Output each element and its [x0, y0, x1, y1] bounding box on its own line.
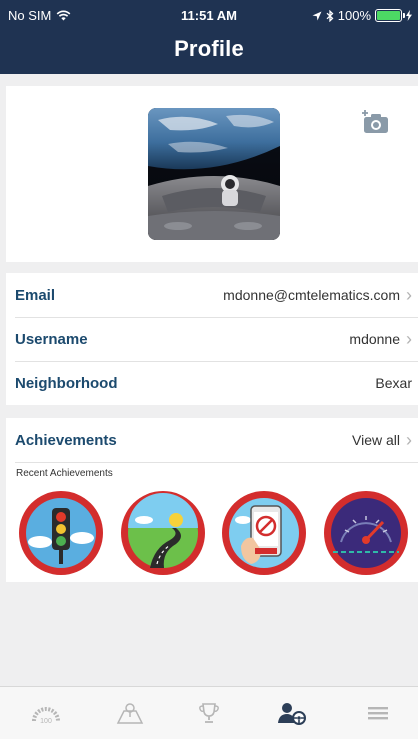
- battery-percent: 100%: [337, 8, 371, 23]
- score-value: 100: [40, 718, 52, 725]
- speedometer-badge-icon[interactable]: [323, 490, 409, 576]
- status-bar: No SIM 11:51 AM 100%: [0, 0, 418, 30]
- username-value: mdonne: [349, 331, 400, 347]
- chevron-right-icon: ›: [406, 430, 412, 450]
- view-all-link[interactable]: View all ›: [352, 431, 412, 449]
- header: No SIM 11:51 AM 100% Profile: [0, 0, 418, 74]
- map-icon: [116, 703, 144, 724]
- neighborhood-value-wrap: Bexar: [375, 375, 412, 391]
- neighborhood-row: Neighborhood Bexar: [15, 361, 412, 405]
- username-row[interactable]: Username mdonne ›: [15, 317, 412, 361]
- achievements-header[interactable]: Achievements View all ›: [15, 418, 412, 462]
- achievements-card: Achievements View all › Recent Achieveme…: [6, 418, 418, 582]
- charging-icon: [406, 10, 412, 21]
- email-value-wrap: mdonne@cmtelematics.com ›: [223, 286, 412, 304]
- traffic-light-badge-icon[interactable]: [18, 490, 104, 576]
- username-value-wrap: mdonne ›: [349, 330, 412, 348]
- menu-icon: [368, 707, 388, 720]
- email-value: mdonne@cmtelematics.com: [223, 287, 400, 303]
- email-row[interactable]: Email mdonne@cmtelematics.com ›: [15, 273, 412, 317]
- trophy-icon: [199, 703, 219, 723]
- road-badge-icon[interactable]: [120, 490, 206, 576]
- view-all-label: View all: [352, 432, 400, 448]
- neighborhood-label: Neighborhood: [15, 374, 118, 392]
- tab-bar: 100: [0, 686, 418, 739]
- achievements-title: Achievements: [15, 431, 117, 449]
- score-icon: 100: [32, 707, 60, 725]
- tab-profile[interactable]: [276, 699, 308, 727]
- status-right: 100%: [312, 8, 412, 23]
- profile-icon: [278, 703, 306, 725]
- avatar[interactable]: [148, 108, 280, 240]
- username-label: Username: [15, 330, 88, 348]
- page-title: Profile: [174, 36, 244, 61]
- neighborhood-value: Bexar: [375, 375, 412, 391]
- email-label: Email: [15, 286, 56, 304]
- location-arrow-icon: [312, 11, 322, 20]
- phone-badge-icon[interactable]: [221, 490, 307, 576]
- recent-achievements-label: Recent Achievements: [16, 468, 113, 479]
- add-photo-camera-icon[interactable]: [362, 110, 390, 134]
- bluetooth-icon: [326, 9, 334, 22]
- battery-icon: [375, 9, 405, 22]
- chevron-right-icon: ›: [406, 285, 412, 305]
- profile-photo-card: [6, 86, 418, 262]
- tab-map[interactable]: [114, 699, 146, 727]
- tab-score[interactable]: 100: [30, 699, 62, 727]
- account-info-card: Email mdonne@cmtelematics.com › Username…: [6, 273, 418, 405]
- tab-achievements[interactable]: [193, 699, 225, 727]
- tab-menu[interactable]: [362, 699, 394, 727]
- chevron-right-icon: ›: [406, 329, 412, 349]
- divider: [15, 462, 418, 463]
